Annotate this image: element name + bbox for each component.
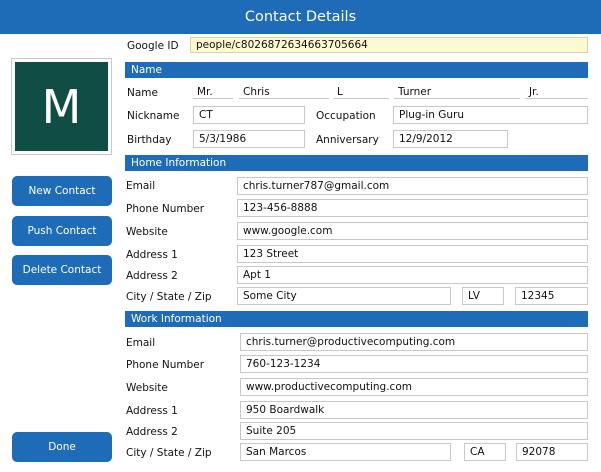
push-contact-button[interactable]: Push Contact	[12, 216, 112, 246]
name-prefix-field[interactable]: Mr.	[193, 83, 233, 99]
home-state-field[interactable]: LV	[462, 287, 504, 305]
work-phone-field[interactable]: 760-123-1234	[240, 355, 588, 373]
name-section-header: Name	[125, 62, 588, 78]
occupation-field[interactable]: Plug-in Guru	[393, 106, 588, 124]
window-title: Contact Details	[244, 9, 357, 25]
first-name-field[interactable]: Chris	[239, 83, 329, 99]
avatar: M	[15, 62, 108, 151]
work-address1-field[interactable]: 950 Boardwalk	[240, 401, 588, 419]
work-section-title: Work Information	[131, 313, 222, 325]
work-section-header: Work Information	[125, 311, 588, 327]
work-address2-field[interactable]: Suite 205	[240, 422, 588, 440]
work-city-field[interactable]: San Marcos	[240, 443, 451, 461]
work-email-field[interactable]: chris.turner@productivecomputing.com	[240, 333, 588, 351]
middle-name-field[interactable]: L	[333, 83, 389, 99]
anniversary-field[interactable]: 12/9/2012	[393, 130, 508, 148]
birthday-label: Birthday	[127, 134, 172, 146]
home-phone-field[interactable]: 123-456-8888	[237, 199, 588, 217]
home-zip-field[interactable]: 12345	[515, 287, 588, 305]
work-website-label: Website	[126, 382, 168, 394]
delete-contact-label: Delete Contact	[22, 264, 102, 276]
name-label: Name	[127, 87, 158, 99]
push-contact-label: Push Contact	[27, 225, 97, 237]
work-phone-label: Phone Number	[126, 359, 205, 371]
name-suffix-field[interactable]: Jr.	[525, 83, 588, 99]
nickname-field[interactable]: CT	[193, 106, 305, 124]
home-website-label: Website	[126, 226, 168, 238]
home-phone-label: Phone Number	[126, 203, 205, 215]
new-contact-label: New Contact	[28, 185, 96, 197]
work-zip-field[interactable]: 92078	[516, 443, 588, 461]
home-city-field[interactable]: Some City	[237, 287, 451, 305]
work-city-state-zip-label: City / State / Zip	[126, 447, 212, 459]
delete-contact-button[interactable]: Delete Contact	[12, 255, 112, 285]
name-section-title: Name	[131, 64, 162, 76]
occupation-label: Occupation	[316, 110, 376, 122]
google-id-field[interactable]: people/c8026872634663705664	[190, 37, 588, 53]
home-address1-field[interactable]: 123 Street	[237, 245, 588, 263]
home-email-field[interactable]: chris.turner787@gmail.com	[237, 177, 588, 195]
window-title-bar: Contact Details	[0, 0, 601, 34]
done-label: Done	[48, 441, 76, 453]
home-address1-label: Address 1	[126, 249, 178, 261]
work-state-field[interactable]: CA	[464, 443, 506, 461]
nickname-label: Nickname	[127, 110, 180, 122]
home-city-state-zip-label: City / State / Zip	[126, 291, 212, 303]
anniversary-label: Anniversary	[316, 134, 379, 146]
home-address2-field[interactable]: Apt 1	[237, 266, 588, 284]
work-address2-label: Address 2	[126, 426, 178, 438]
home-address2-label: Address 2	[126, 270, 178, 282]
work-address1-label: Address 1	[126, 405, 178, 417]
work-email-label: Email	[126, 337, 156, 349]
home-section-header: Home Information	[125, 155, 588, 171]
work-website-field[interactable]: www.productivecomputing.com	[240, 378, 588, 396]
home-email-label: Email	[126, 180, 156, 192]
last-name-field[interactable]: Turner	[394, 83, 520, 99]
done-button[interactable]: Done	[12, 432, 112, 462]
home-website-field[interactable]: www.google.com	[237, 222, 588, 240]
birthday-field[interactable]: 5/3/1986	[193, 130, 305, 148]
avatar-initial: M	[41, 79, 82, 134]
home-section-title: Home Information	[131, 157, 227, 169]
new-contact-button[interactable]: New Contact	[12, 176, 112, 206]
google-id-label: Google ID	[127, 40, 179, 52]
